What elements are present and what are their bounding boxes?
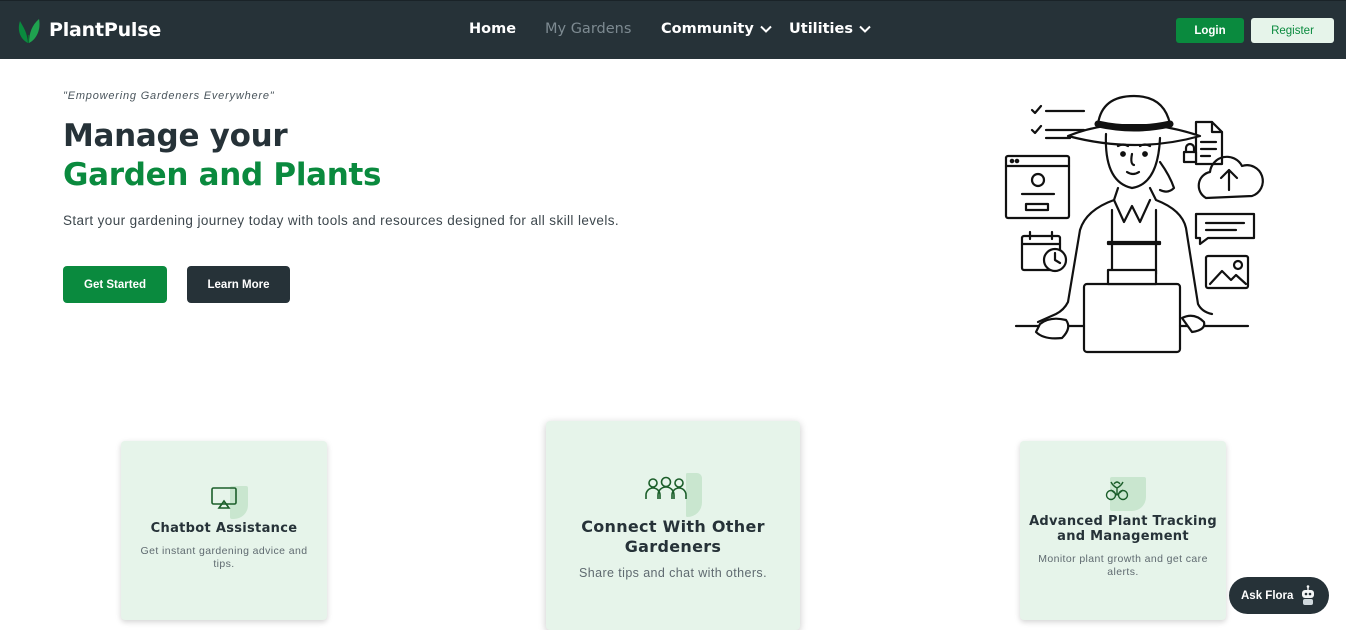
login-button[interactable]: Login [1176,18,1244,43]
feature-title: Advanced Plant Tracking and Management [1029,514,1217,544]
nav-community[interactable]: Community [661,21,772,37]
feature-title: Connect With Other Gardeners [581,517,765,556]
community-group-icon [645,476,687,499]
chevron-down-icon [859,25,871,33]
brand-logo-link[interactable]: PlantPulse [17,15,161,45]
chatbot-screen-icon [211,487,237,509]
gardener-at-laptop-illustration [1004,94,1264,354]
ask-flora-label: Ask Flora [1241,589,1294,602]
leaf-logo-icon [18,19,40,43]
hero-tagline: "Empowering Gardeners Everywhere" [63,90,275,102]
top-navbar: PlantPulse Home My Gardens Community Uti… [0,0,1346,59]
hero-description: Start your gardening journey today with … [63,213,620,228]
hero-title-line1: Manage your [63,118,288,154]
plant-tracking-icon [1105,481,1129,501]
feature-description: Monitor plant growth and get care alerts… [1038,553,1208,578]
brand-name: PlantPulse [49,19,162,41]
robot-icon [1302,585,1314,605]
nav-my-gardens[interactable]: My Gardens [545,21,631,37]
get-started-button[interactable]: Get Started [63,266,167,303]
nav-community-label: Community [661,21,754,37]
learn-more-button[interactable]: Learn More [187,266,290,303]
feature-card-plant-tracking[interactable]: Advanced Plant Tracking and Management M… [1020,441,1226,620]
feature-title: Chatbot Assistance [150,521,298,536]
ask-flora-chat-button[interactable]: Ask Flora [1229,577,1329,614]
hero-title-line2: Garden and Plants [63,157,382,193]
feature-card-community[interactable]: Connect With Other Gardeners Share tips … [546,421,800,630]
feature-description: Get instant gardening advice and tips. [140,545,308,570]
nav-home[interactable]: Home [469,21,516,37]
register-button[interactable]: Register [1251,18,1334,43]
hero-title: Manage your Garden and Plants [63,117,382,195]
feature-card-chatbot[interactable]: Chatbot Assistance Get instant gardening… [121,441,327,620]
nav-utilities[interactable]: Utilities [789,21,871,37]
chevron-down-icon [760,25,772,33]
feature-description: Share tips and chat with others. [579,566,767,580]
nav-utilities-label: Utilities [789,21,853,37]
